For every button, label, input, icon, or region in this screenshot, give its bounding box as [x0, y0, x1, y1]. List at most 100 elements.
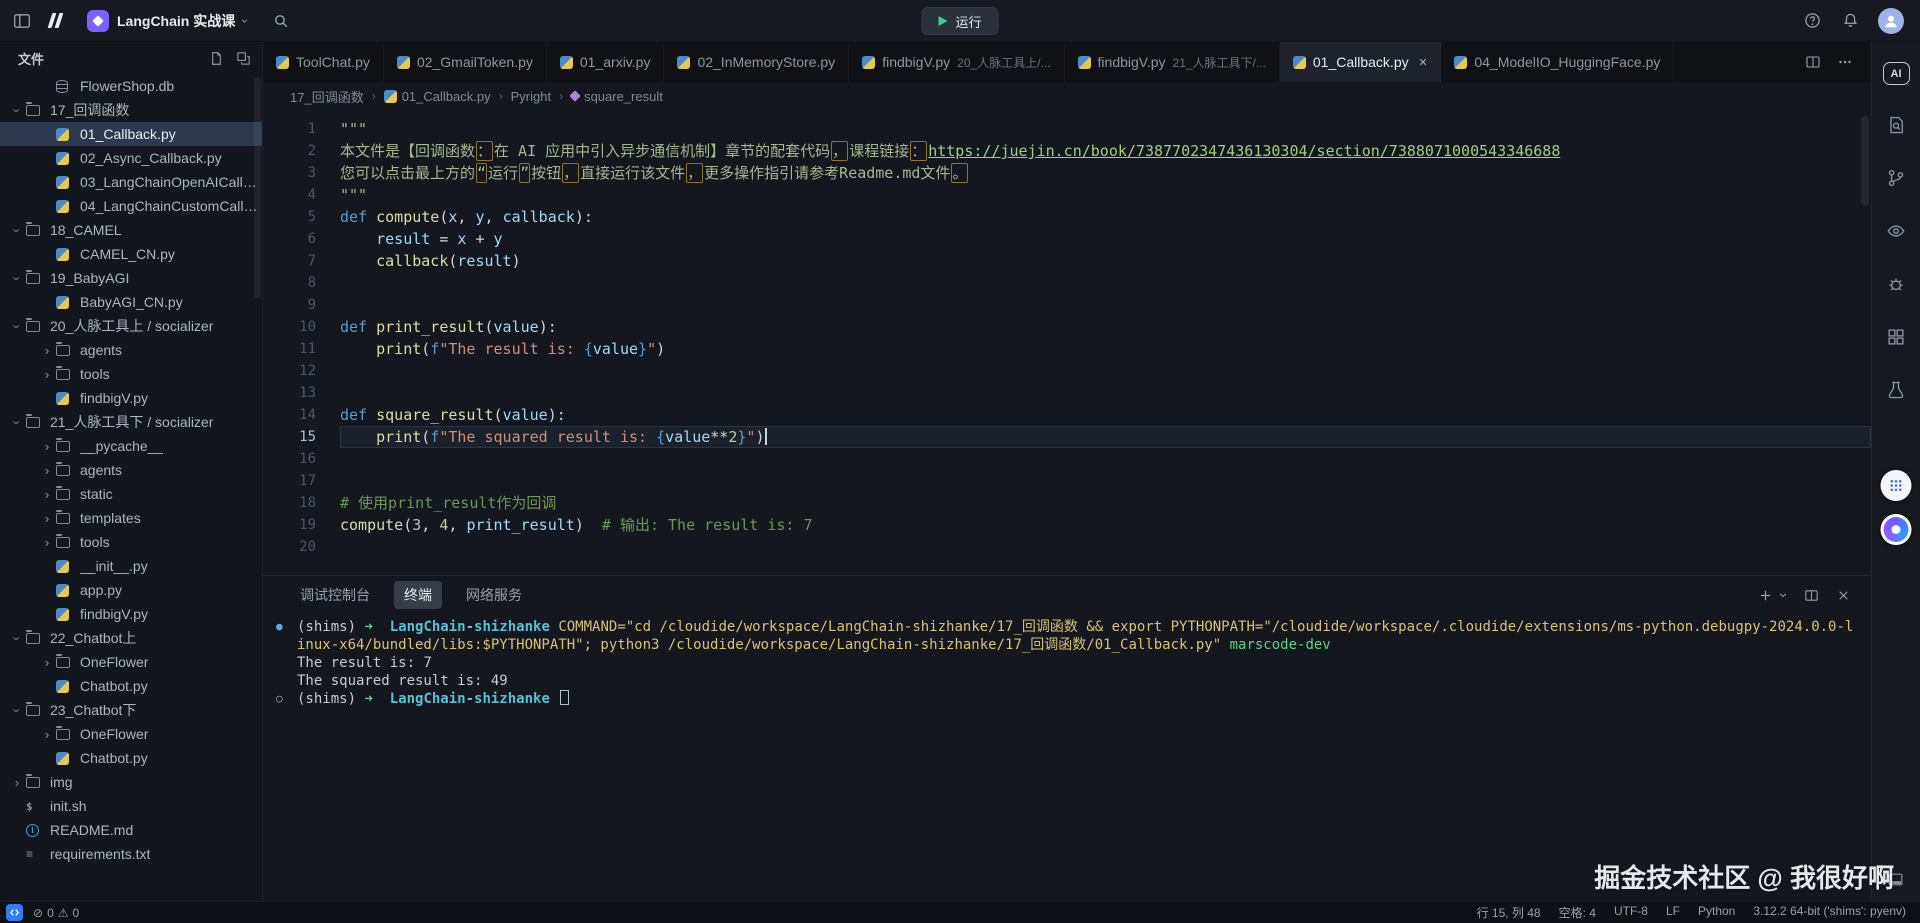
editor-tab[interactable]: 02_InMemoryStore.py	[664, 42, 849, 82]
tree-item[interactable]: __init__.py	[0, 554, 262, 578]
editor-tab[interactable]: ToolChat.py	[263, 42, 384, 82]
tree-item[interactable]: 03_LangChainOpenAICallback...	[0, 170, 262, 194]
notifications-button[interactable]	[1840, 11, 1860, 31]
editor-tab[interactable]: 01_Callback.py×	[1280, 42, 1442, 82]
tree-item[interactable]: ≡requirements.txt	[0, 842, 262, 866]
tree-item[interactable]: Chatbot.py	[0, 746, 262, 770]
editor-tab[interactable]: 02_GmailToken.py	[384, 42, 547, 82]
split-editor-icon[interactable]	[1803, 52, 1823, 72]
tree-item[interactable]: FlowerShop.db	[0, 74, 262, 98]
editor-tab[interactable]: 04_ModelIO_HuggingFace.py	[1441, 42, 1674, 82]
breadcrumb-item[interactable]: 01_Callback.py	[384, 89, 491, 104]
problems-indicator[interactable]: ⊘ 0 ⚠ 0	[33, 906, 79, 920]
tree-item[interactable]: ›tools	[0, 362, 262, 386]
tree-item[interactable]: ›17_回调函数	[0, 98, 262, 122]
tree-item[interactable]: ›img	[0, 770, 262, 794]
code-line[interactable]: 4"""	[263, 184, 1871, 206]
code-line[interactable]: 9	[263, 294, 1871, 316]
breadcrumb-item[interactable]: square_result	[571, 89, 663, 104]
flask-icon[interactable]	[1886, 380, 1906, 400]
tree-item[interactable]: ›__pycache__	[0, 434, 262, 458]
grid-icon[interactable]	[1886, 327, 1906, 347]
code-line[interactable]: 19compute(3, 4, print_result) # 输出: The …	[263, 514, 1871, 536]
help-button[interactable]	[1802, 11, 1822, 31]
file-search-icon[interactable]	[1886, 115, 1906, 135]
code-line[interactable]: 12	[263, 360, 1871, 382]
tree-item[interactable]: ›static	[0, 482, 262, 506]
code-line[interactable]: 14def square_result(value):	[263, 404, 1871, 426]
tree-item[interactable]: BabyAGI_CN.py	[0, 290, 262, 314]
split-panel-icon[interactable]	[1801, 585, 1821, 605]
tree-item[interactable]: ›templates	[0, 506, 262, 530]
new-terminal-button[interactable]	[1755, 585, 1789, 605]
panel-tab-网络服务[interactable]: 网络服务	[456, 581, 532, 609]
code-line[interactable]: 15 print(f"The squared result is: {value…	[263, 426, 1871, 448]
code-line[interactable]: 17	[263, 470, 1871, 492]
editor-tab[interactable]: findbigV.py20_人脉工具上/...	[849, 42, 1064, 82]
tree-item[interactable]: ›20_人脉工具上 / socializer	[0, 314, 262, 338]
code-line[interactable]: 2本文件是【回调函数：在 AI 应用中引入异步通信机制】章节的配套代码，课程链接…	[263, 140, 1871, 162]
new-file-icon[interactable]	[208, 50, 225, 67]
code-link[interactable]: https://juejin.cn/book/73877023474361303…	[928, 142, 1560, 160]
close-tab-button[interactable]: ×	[1419, 55, 1428, 70]
tree-item[interactable]: ›tools	[0, 530, 262, 554]
assistant-logo-button[interactable]	[1881, 514, 1912, 545]
sidebar-scrollbar[interactable]	[254, 78, 261, 298]
tree-item[interactable]: $init.sh	[0, 794, 262, 818]
tree-item[interactable]: ›OneFlower	[0, 650, 262, 674]
status-python-interpreter[interactable]: 3.12.2 64-bit ('shims': pyenv)	[1753, 904, 1906, 921]
panel-tab-终端[interactable]: 终端	[394, 581, 442, 609]
code-line[interactable]: 7 callback(result)	[263, 250, 1871, 272]
sidebar-toggle-icon[interactable]	[12, 11, 32, 31]
tree-item[interactable]: ›18_CAMEL	[0, 218, 262, 242]
tree-item[interactable]: ›21_人脉工具下 / socializer	[0, 410, 262, 434]
tree-item[interactable]: findbigV.py	[0, 602, 262, 626]
collapse-all-icon[interactable]	[235, 50, 252, 67]
apps-launcher-button[interactable]	[1881, 470, 1912, 501]
status-indentation[interactable]: 空格: 4	[1559, 904, 1596, 921]
terminal[interactable]: ●(shims) ➜ LangChain-shizhanke COMMAND="…	[263, 614, 1871, 901]
tree-item[interactable]: ›agents	[0, 458, 262, 482]
tree-item[interactable]: ›19_BabyAGI	[0, 266, 262, 290]
editor-scrollbar[interactable]	[1861, 116, 1869, 206]
editor-tab[interactable]: findbigV.py21_人脉工具下/...	[1065, 42, 1280, 82]
code-line[interactable]: 20	[263, 536, 1871, 558]
ai-panel-button[interactable]: AI	[1883, 62, 1910, 85]
status-encoding[interactable]: UTF-8	[1614, 904, 1648, 921]
run-button[interactable]: 运行	[921, 7, 998, 35]
breadcrumb-item[interactable]: 17_回调函数	[290, 87, 364, 106]
breadcrumb-item[interactable]: Pyright	[511, 89, 551, 104]
code-line[interactable]: 6 result = x + y	[263, 228, 1871, 250]
code-line[interactable]: 16	[263, 448, 1871, 470]
eye-icon[interactable]	[1886, 221, 1906, 241]
code-line[interactable]: 13	[263, 382, 1871, 404]
code-line[interactable]: 1"""	[263, 118, 1871, 140]
close-panel-icon[interactable]	[1833, 585, 1853, 605]
project-switcher[interactable]: LangChain 实战课 ›	[79, 6, 255, 36]
code-line[interactable]: 3您可以点击最上方的“运行”按钮，直接运行该文件，更多操作指引请参考Readme…	[263, 162, 1871, 184]
panel-tab-调试控制台[interactable]: 调试控制台	[290, 581, 380, 609]
tree-item[interactable]: app.py	[0, 578, 262, 602]
tree-item[interactable]: ›agents	[0, 338, 262, 362]
tree-item[interactable]: iREADME.md	[0, 818, 262, 842]
code-line[interactable]: 5def compute(x, y, callback):	[263, 206, 1871, 228]
code-line[interactable]: 18# 使用print_result作为回调	[263, 492, 1871, 514]
tree-item[interactable]: findbigV.py	[0, 386, 262, 410]
code-line[interactable]: 8	[263, 272, 1871, 294]
git-branch-icon[interactable]	[1886, 168, 1906, 188]
tree-item[interactable]: 01_Callback.py	[0, 122, 262, 146]
tree-item[interactable]: 04_LangChainCustomCallback...	[0, 194, 262, 218]
tree-item[interactable]: 02_Async_Callback.py	[0, 146, 262, 170]
tree-item[interactable]: ›22_Chatbot上	[0, 626, 262, 650]
tree-item[interactable]: CAMEL_CN.py	[0, 242, 262, 266]
tree-item[interactable]: ›OneFlower	[0, 722, 262, 746]
search-button[interactable]	[271, 11, 291, 31]
editor-tab[interactable]: 01_arxiv.py	[547, 42, 665, 82]
code-line[interactable]: 10def print_result(value):	[263, 316, 1871, 338]
status-eol[interactable]: LF	[1666, 904, 1680, 921]
panel-toggle-icon[interactable]	[1887, 871, 1905, 889]
more-actions-icon[interactable]	[1835, 52, 1855, 72]
tree-item[interactable]: Chatbot.py	[0, 674, 262, 698]
code-editor[interactable]: 1"""2本文件是【回调函数：在 AI 应用中引入异步通信机制】章节的配套代码，…	[263, 110, 1871, 575]
bug-icon[interactable]	[1886, 274, 1906, 294]
